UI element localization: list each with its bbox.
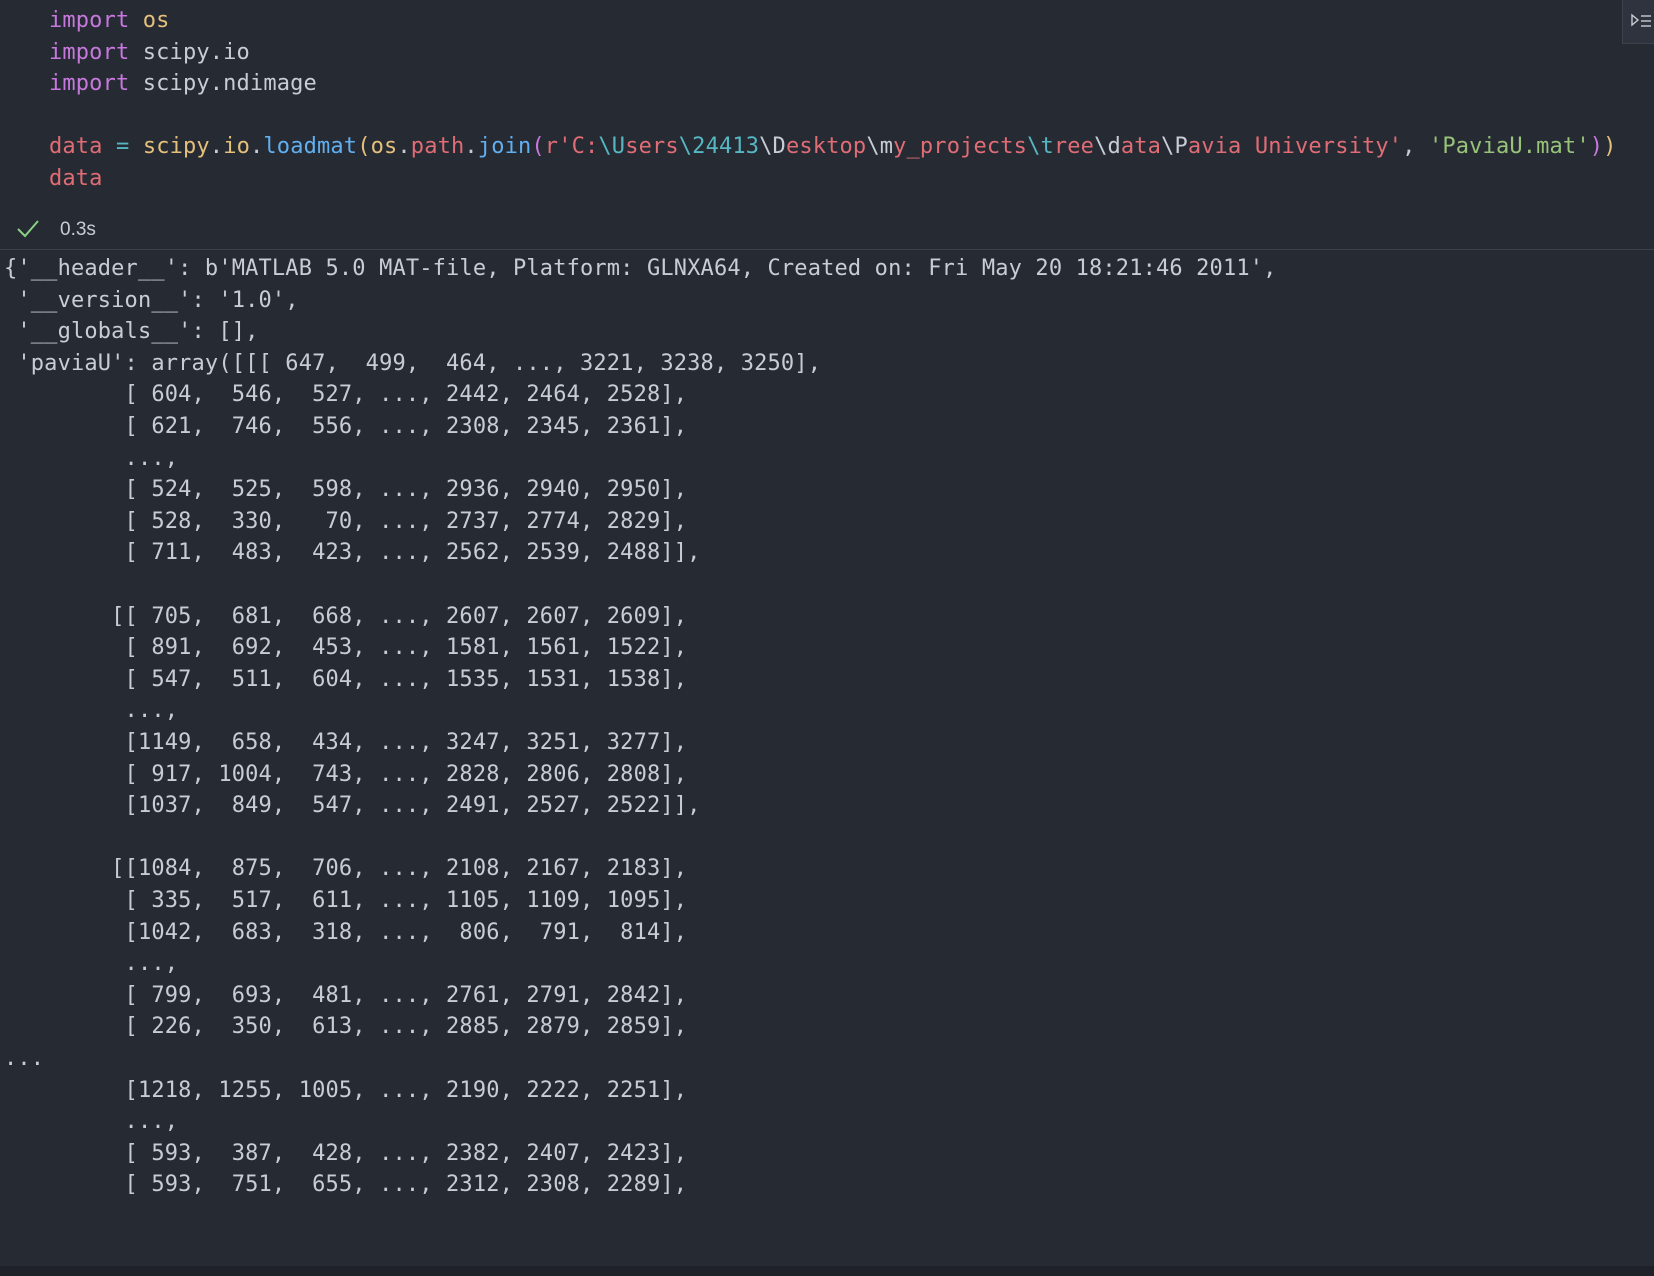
code-token: ata (1120, 134, 1162, 160)
code-line[interactable]: import os (49, 4, 170, 37)
output-line: [ 711, 483, 423, ..., 2562, 2539, 2488]]… (4, 540, 701, 566)
output-line: [1218, 1255, 1005, ..., 2190, 2222, 2251… (4, 1077, 688, 1103)
horizontal-scrollbar[interactable] (0, 1266, 1654, 1276)
code-token: import (49, 71, 130, 97)
code-line[interactable]: data = scipy.io.loadmat(os.path.join(r'C… (49, 130, 1617, 163)
code-token: , (1402, 134, 1429, 160)
output-line: [ 593, 751, 655, ..., 2312, 2308, 2289], (4, 1172, 688, 1198)
code-token: . (250, 134, 264, 160)
output-line: [ 226, 350, 613, ..., 2885, 2879, 2859], (4, 1014, 688, 1040)
cell-toolbar-icon (1631, 13, 1651, 27)
code-token: \d (1094, 134, 1121, 160)
output-line: '__globals__': [], (4, 319, 259, 345)
code-token: . (209, 134, 224, 160)
output-line: ..., (4, 445, 179, 471)
code-token: . (397, 134, 411, 160)
code-token: avia University' (1187, 134, 1403, 160)
code-token: import (49, 8, 130, 33)
code-token: scipy (142, 134, 210, 160)
output-line: [[ 705, 681, 668, ..., 2607, 2607, 2609]… (4, 603, 688, 629)
code-token: sers (625, 134, 679, 160)
output-line: [[1084, 875, 706, ..., 2108, 2167, 2183]… (4, 856, 688, 882)
code-token: data (49, 134, 103, 160)
code-token: \U (598, 134, 626, 160)
code-token: ) (1589, 134, 1604, 160)
code-token: \m (866, 134, 894, 160)
code-token: = (116, 134, 130, 160)
code-token: scipy.ndimage (129, 71, 317, 97)
output-line: ..., (4, 698, 179, 724)
cell-toolbar-button[interactable] (1622, 0, 1654, 44)
code-token: loadmat (263, 134, 358, 160)
code-token: join (477, 134, 532, 160)
output-line: [ 917, 1004, 743, ..., 2828, 2806, 2808]… (4, 761, 688, 787)
output-line: [1037, 849, 547, ..., 2491, 2527, 2522]]… (4, 793, 701, 819)
code-token: \t (1027, 134, 1054, 160)
code-line[interactable]: data (49, 162, 103, 195)
code-token: \D (759, 134, 786, 160)
output-line: [ 604, 546, 527, ..., 2442, 2464, 2528], (4, 382, 688, 408)
cell-output: {'__header__': b'MATLAB 5.0 MAT-file, Pl… (0, 250, 1654, 1266)
output-line: [ 799, 693, 481, ..., 2761, 2791, 2842], (4, 982, 688, 1008)
output-line: ..., (4, 951, 179, 977)
code-token: data (49, 166, 103, 191)
output-line: ..., (4, 1109, 179, 1135)
code-token: ( (531, 134, 545, 160)
code-token: \24413 (678, 134, 760, 160)
code-token: path (410, 134, 465, 160)
output-line: [ 891, 692, 453, ..., 1581, 1561, 1522], (4, 635, 688, 661)
output-line: [ 593, 387, 428, ..., 2382, 2407, 2423], (4, 1140, 688, 1166)
output-line: [ 528, 330, 70, ..., 2737, 2774, 2829], (4, 508, 688, 534)
output-line: [ 335, 517, 611, ..., 1105, 1109, 1095], (4, 888, 688, 913)
execution-time: 0.3s (60, 219, 96, 240)
code-token: y_projects (893, 134, 1028, 160)
output-line: ... (4, 1046, 45, 1071)
code-token: 'PaviaU.mat' (1428, 134, 1590, 160)
code-token: ) (1603, 134, 1617, 160)
code-token: . (464, 134, 478, 160)
code-token: \P (1161, 134, 1188, 160)
code-token: scipy.io (129, 39, 250, 65)
code-token: ree (1053, 134, 1095, 160)
code-token: import (49, 39, 130, 65)
output-line: {'__header__': b'MATLAB 5.0 MAT-file, Pl… (4, 256, 1277, 281)
output-line: [ 621, 746, 556, ..., 2308, 2345, 2361], (4, 414, 688, 439)
output-line: [1149, 658, 434, ..., 3247, 3251, 3277], (4, 730, 688, 755)
code-token: os (142, 8, 170, 33)
code-token: io (223, 134, 250, 160)
output-line: 'paviaU': array([[[ 647, 499, 464, ..., … (4, 350, 822, 376)
output-line: [ 524, 525, 598, ..., 2936, 2940, 2950], (4, 477, 688, 503)
checkmark-icon (17, 220, 39, 238)
code-token: ( (357, 134, 371, 160)
code-token: r'C: (544, 134, 599, 160)
cell-execution-status: 0.3s (0, 212, 400, 248)
code-token: esktop (785, 134, 867, 160)
output-line: [1042, 683, 318, ..., 806, 791, 814], (4, 919, 688, 945)
output-line: [ 547, 511, 604, ..., 1535, 1531, 1538], (4, 666, 688, 692)
code-token: os (370, 134, 398, 160)
output-line: '__version__': '1.0', (4, 287, 299, 313)
code-line[interactable]: import scipy.ndimage (49, 67, 317, 100)
code-line[interactable]: import scipy.io (49, 36, 250, 69)
